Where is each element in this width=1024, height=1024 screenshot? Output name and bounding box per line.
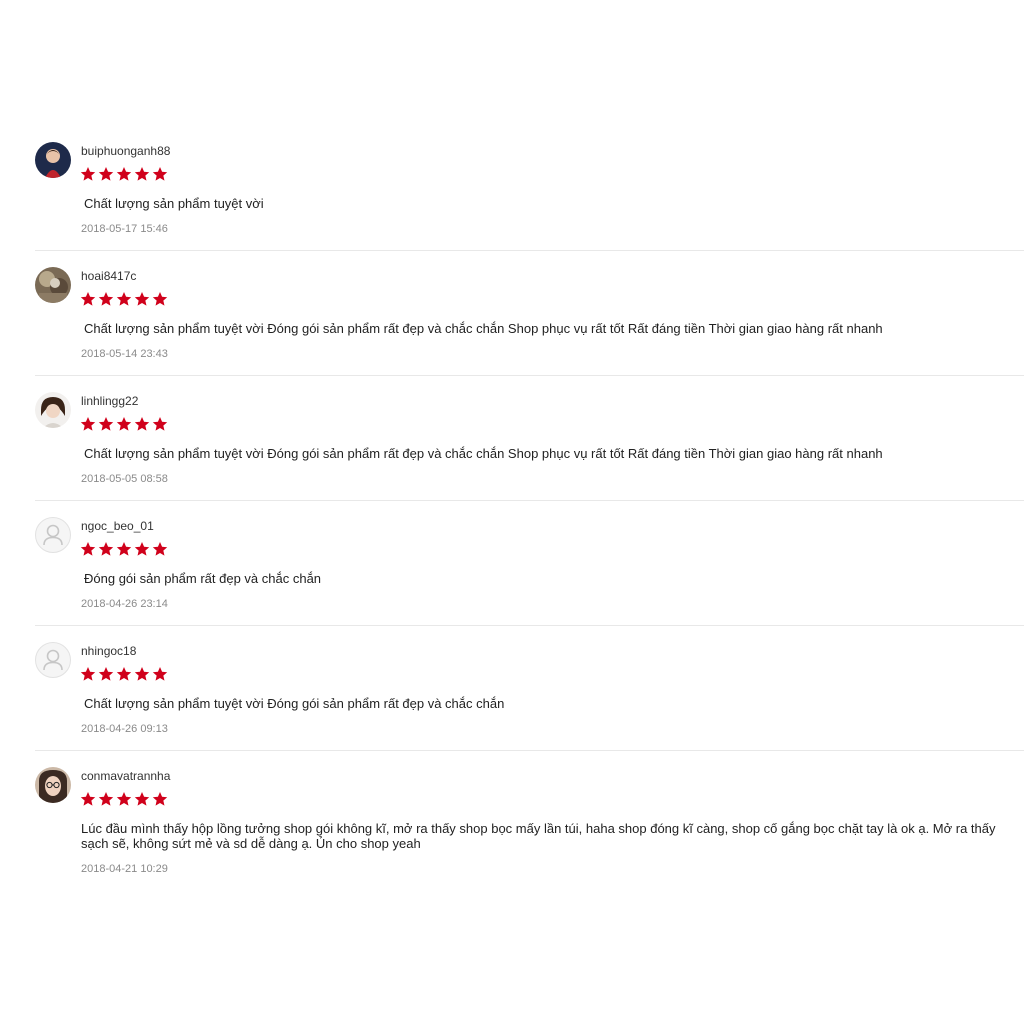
avatar[interactable] [35, 517, 71, 553]
star-icon [116, 417, 132, 431]
review-date: 2018-05-14 23:43 [81, 348, 168, 360]
star-icon [116, 167, 132, 181]
star-icon [134, 542, 150, 556]
star-icon [134, 417, 150, 431]
star-rating [80, 541, 168, 557]
star-icon [152, 542, 168, 556]
star-icon [80, 792, 96, 806]
review-username[interactable]: linhlingg22 [81, 394, 138, 408]
star-icon [116, 542, 132, 556]
star-icon [134, 667, 150, 681]
review-comment: Chất lượng sản phẩm tuyệt vời Đóng gói s… [84, 446, 883, 461]
avatar[interactable] [35, 642, 71, 678]
star-icon [80, 292, 96, 306]
default-user-icon [43, 649, 63, 671]
review-date: 2018-04-26 09:13 [81, 723, 168, 735]
review-date: 2018-05-05 08:58 [81, 473, 168, 485]
star-icon [134, 792, 150, 806]
star-icon [80, 667, 96, 681]
star-rating [80, 291, 168, 307]
review-item: linhlingg22 Chất lượng sản phẩm tuyệt vờ… [35, 376, 1024, 501]
review-username[interactable]: ngoc_beo_01 [81, 519, 154, 533]
review-comment: Đóng gói sản phẩm rất đẹp và chắc chắn [84, 571, 322, 586]
review-item: buiphuonganh88 Chất lượng sản phẩm tuyệt… [35, 126, 1024, 251]
avatar[interactable] [35, 267, 71, 303]
review-comment: Chất lượng sản phẩm tuyệt vời Đóng gói s… [84, 696, 505, 711]
review-username[interactable]: nhingoc18 [81, 644, 136, 658]
review-date: 2018-05-17 15:46 [81, 223, 168, 235]
star-icon [116, 292, 132, 306]
star-icon [80, 417, 96, 431]
star-rating [80, 791, 168, 807]
star-icon [98, 792, 114, 806]
review-date: 2018-04-21 10:29 [81, 863, 168, 875]
star-rating [80, 166, 168, 182]
star-rating [80, 416, 168, 432]
star-icon [152, 792, 168, 806]
review-item: nhingoc18 Chất lượng sản phẩm tuyệt vời … [35, 626, 1024, 751]
star-icon [98, 542, 114, 556]
default-user-icon [43, 524, 63, 546]
star-icon [134, 292, 150, 306]
star-icon [152, 417, 168, 431]
review-item: hoai8417c Chất lượng sản phẩm tuyệt vời … [35, 251, 1024, 376]
star-icon [80, 167, 96, 181]
review-item: conmavatrannha Lúc đầu mình thấy hộp lồn… [35, 751, 1024, 911]
star-icon [98, 417, 114, 431]
review-comment: Chất lượng sản phẩm tuyệt vời [84, 196, 264, 211]
star-icon [116, 667, 132, 681]
review-comment: Lúc đầu mình thấy hộp lồng tưởng shop gó… [81, 821, 996, 851]
review-date: 2018-04-26 23:14 [81, 598, 168, 610]
star-icon [98, 667, 114, 681]
star-icon [80, 542, 96, 556]
star-icon [152, 667, 168, 681]
star-icon [116, 792, 132, 806]
star-icon [152, 167, 168, 181]
star-icon [98, 167, 114, 181]
review-comment: Chất lượng sản phẩm tuyệt vời Đóng gói s… [84, 321, 883, 336]
avatar[interactable] [35, 392, 71, 428]
review-item: ngoc_beo_01 Đóng gói sản phẩm rất đẹp và… [35, 501, 1024, 626]
star-rating [80, 666, 168, 682]
review-list: buiphuonganh88 Chất lượng sản phẩm tuyệt… [35, 126, 1024, 911]
star-icon [134, 167, 150, 181]
avatar[interactable] [35, 142, 71, 178]
avatar[interactable] [35, 767, 71, 803]
review-username[interactable]: conmavatrannha [81, 769, 170, 783]
star-icon [152, 292, 168, 306]
star-icon [98, 292, 114, 306]
review-username[interactable]: buiphuonganh88 [81, 144, 170, 158]
review-username[interactable]: hoai8417c [81, 269, 136, 283]
